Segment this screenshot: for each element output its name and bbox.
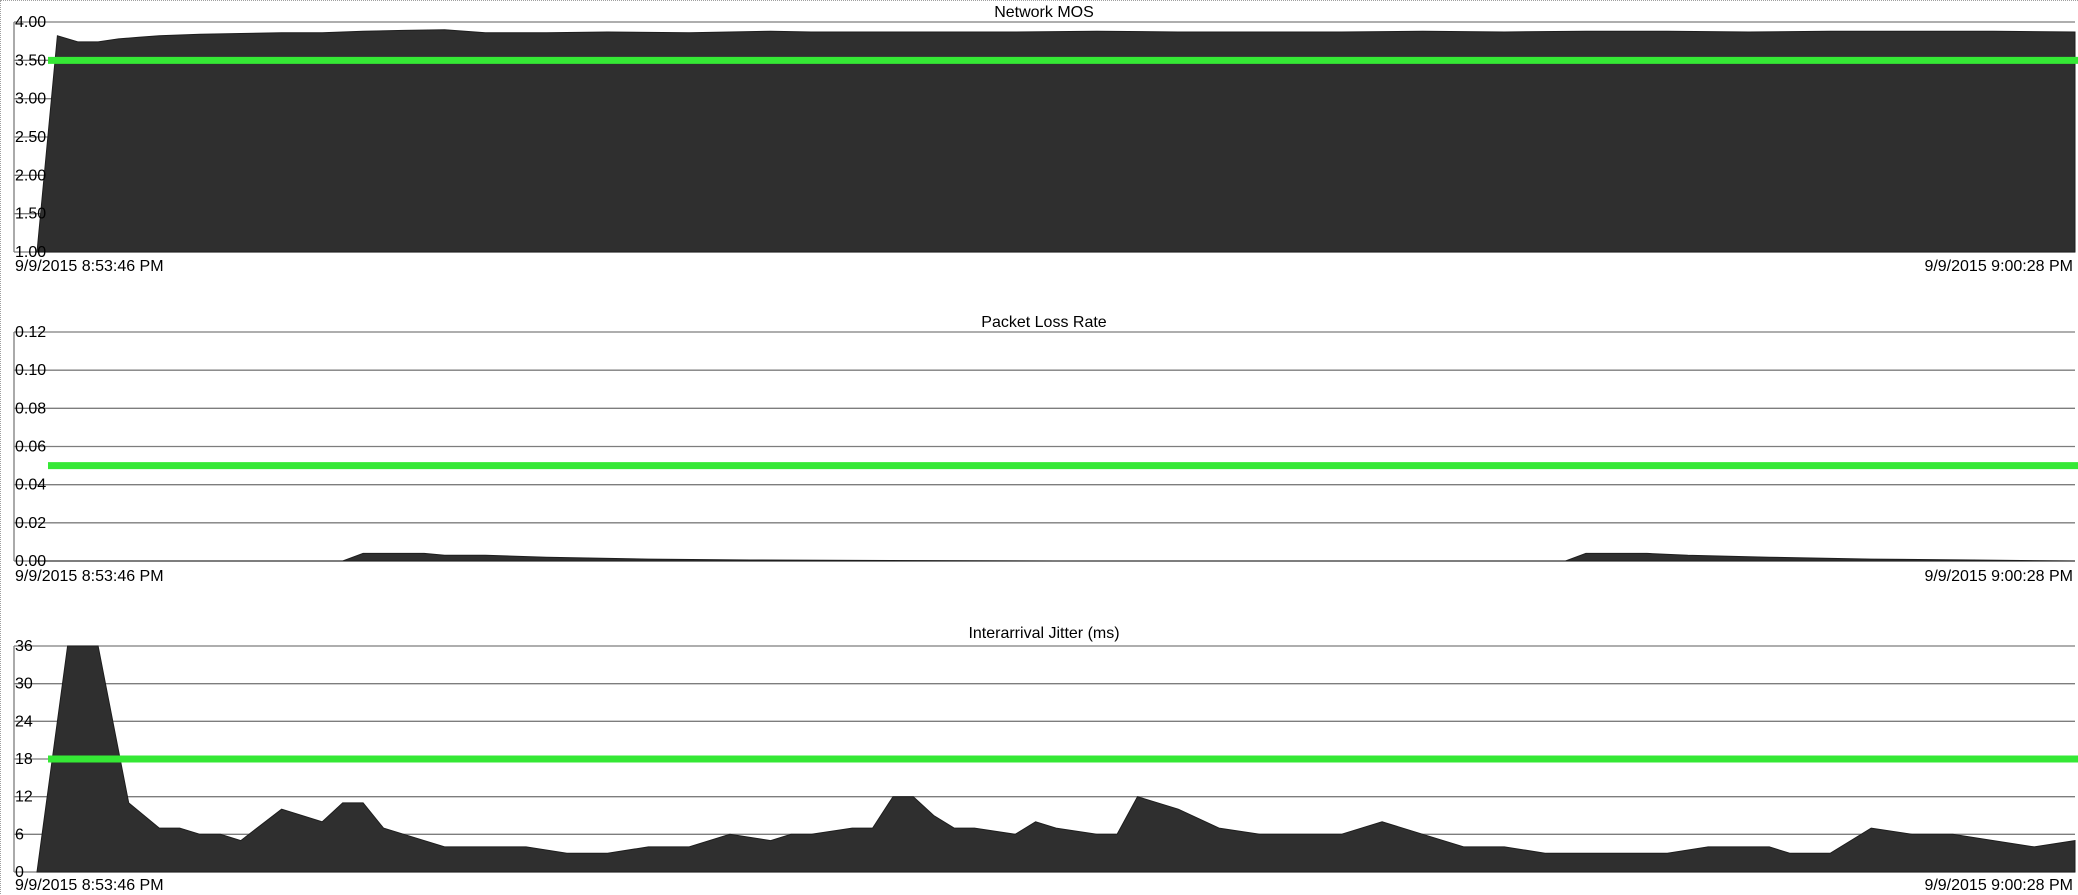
chart3-x-start-label: 9/9/2015 8:53:46 PM [15, 877, 164, 894]
chart3-y-tick-label: 18 [15, 751, 33, 768]
chart1-y-tick-label: 1.50 [15, 206, 46, 223]
chart3-y-tick-label: 30 [15, 676, 33, 693]
chart2-title: Packet Loss Rate [981, 314, 1107, 331]
chart3-y-tick-label: 36 [15, 638, 33, 655]
chart3-y-tick-label: 24 [15, 713, 33, 730]
chart3-x-end-label: 9/9/2015 9:00:28 PM [1924, 877, 2073, 894]
chart3-title: Interarrival Jitter (ms) [968, 625, 1119, 642]
chart1-title: Network MOS [994, 4, 1094, 21]
chart1-y-tick-label: 2.50 [15, 129, 46, 146]
chart2-y-tick-label: 0.06 [15, 439, 46, 456]
chart2-y-tick-label: 0.04 [15, 477, 46, 494]
chart2-x-end-label: 9/9/2015 9:00:28 PM [1924, 568, 2073, 585]
chart2-y-tick-label: 0.02 [15, 515, 46, 532]
chart1-y-tick-label: 3.00 [15, 91, 46, 108]
chart2-y-tick-label: 0.10 [15, 362, 46, 379]
chart2-series-area [37, 552, 2076, 562]
chart2-y-tick-label: 0.08 [15, 400, 46, 417]
chart1-x-end-label: 9/9/2015 9:00:28 PM [1924, 258, 2073, 275]
chart1-y-tick-label: 4.00 [15, 14, 46, 31]
charts-svg: 1.001.502.002.503.003.504.00Network MOS9… [13, 4, 2078, 894]
chart2-x-start-label: 9/9/2015 8:53:46 PM [15, 568, 164, 585]
chart1-y-tick-label: 3.50 [15, 52, 46, 69]
chart3-y-tick-label: 12 [15, 789, 33, 806]
chart1-y-tick-label: 2.00 [15, 167, 46, 184]
chart3-y-tick-label: 6 [15, 826, 24, 843]
chart1-x-start-label: 9/9/2015 8:53:46 PM [15, 258, 164, 275]
chart2-y-tick-label: 0.12 [15, 324, 46, 341]
chart-canvas: 1.00 1.50 2.00 2.50 3.00 3.50 4.00 Network MOS 9… [0, 0, 2078, 894]
